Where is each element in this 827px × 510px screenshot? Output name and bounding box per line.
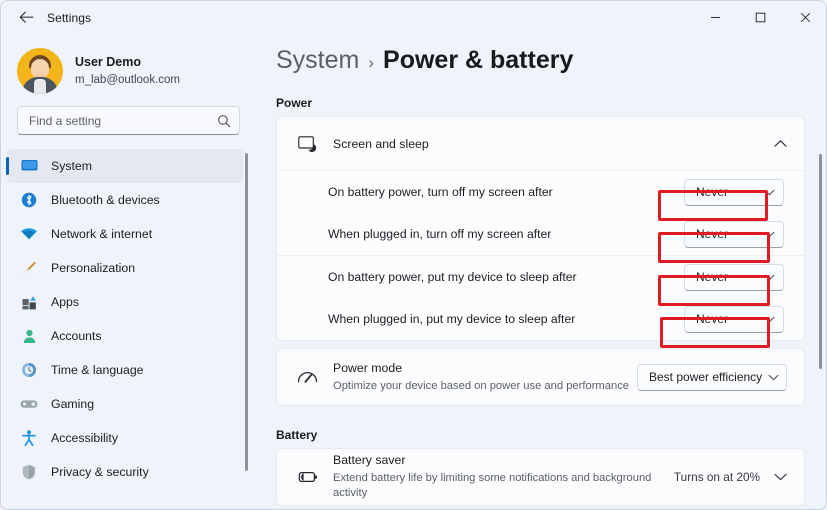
paintbrush-icon: [19, 259, 39, 277]
screen-and-sleep-title: Screen and sleep: [333, 137, 774, 151]
chevron-down-icon: [764, 274, 775, 281]
sidebar-scrollbar[interactable]: [245, 153, 248, 483]
setting-label: When plugged in, put my device to sleep …: [328, 312, 684, 326]
sidebar-item-label: Gaming: [51, 397, 94, 411]
sidebar-item-gaming[interactable]: Gaming: [7, 387, 243, 421]
sidebar-item-privacy-security[interactable]: Privacy & security: [7, 455, 243, 489]
sidebar-item-label: Apps: [51, 295, 79, 309]
screen-and-sleep-card: Screen and sleep On battery power, turn …: [276, 116, 805, 341]
chevron-down-icon: [764, 316, 775, 323]
sidebar-item-label: Accounts: [51, 329, 102, 343]
shield-icon: [19, 463, 39, 481]
content-scrollbar-thumb[interactable]: [819, 154, 822, 369]
sidebar-item-bluetooth-devices[interactable]: Bluetooth & devices: [7, 183, 243, 217]
setting-row-plugged-screen-off: When plugged in, turn off my screen afte…: [277, 213, 804, 255]
dropdown-battery-sleep[interactable]: Never: [684, 264, 784, 291]
dropdown-battery-screen-off[interactable]: Never: [684, 179, 784, 206]
setting-label: When plugged in, turn off my screen afte…: [328, 227, 684, 241]
sidebar-item-network-internet[interactable]: Network & internet: [7, 217, 243, 251]
search-box[interactable]: [17, 106, 240, 135]
back-arrow-icon: [19, 11, 34, 24]
breadcrumb-root[interactable]: System: [276, 46, 359, 75]
battery-section-heading: Battery: [276, 428, 827, 442]
sidebar-item-label: Time & language: [51, 363, 144, 377]
sidebar-item-time-language[interactable]: Time & language: [7, 353, 243, 387]
dropdown-value: Never: [696, 312, 758, 326]
close-button[interactable]: [783, 1, 827, 34]
sidebar-item-label: Accessibility: [51, 431, 118, 445]
sidebar-item-personalization[interactable]: Personalization: [7, 251, 243, 285]
back-button[interactable]: [11, 5, 41, 31]
dropdown-value: Never: [696, 227, 758, 241]
sidebar-item-apps[interactable]: Apps: [7, 285, 243, 319]
battery-saver-value: Turns on at 20%: [674, 470, 760, 484]
dropdown-plugged-screen-off[interactable]: Never: [684, 221, 784, 248]
accessibility-person-icon: [19, 429, 39, 447]
sidebar-item-label: System: [51, 159, 92, 173]
sidebar-item-label: Privacy & security: [51, 465, 149, 479]
power-mode-title: Power mode: [333, 361, 637, 377]
content-area: System › Power & battery Power Screen an…: [253, 34, 827, 510]
setting-label: On battery power, turn off my screen aft…: [328, 185, 684, 199]
power-gauge-icon: [295, 369, 319, 385]
sidebar: User Demo m_lab@outlook.com: [1, 34, 253, 510]
battery-saver-value-group[interactable]: Turns on at 20%: [674, 470, 787, 484]
dropdown-value: Best power efficiency: [649, 370, 762, 384]
power-mode-row: Power mode Optimize your device based on…: [277, 349, 804, 405]
setting-row-battery-sleep: On battery power, put my device to sleep…: [277, 256, 804, 298]
clock-globe-icon: [19, 361, 39, 379]
battery-saver-icon: [295, 470, 319, 484]
maximize-button[interactable]: [738, 1, 783, 34]
sidebar-item-accessibility[interactable]: Accessibility: [7, 421, 243, 455]
setting-row-battery-screen-off: On battery power, turn off my screen aft…: [277, 171, 804, 213]
monitor-icon: [19, 157, 39, 175]
person-icon: [19, 327, 39, 345]
page-title: Power & battery: [383, 46, 573, 75]
sidebar-item-label: Bluetooth & devices: [51, 193, 160, 207]
bluetooth-icon: [19, 191, 39, 209]
battery-saver-title: Battery saver: [333, 453, 674, 469]
screen-sleep-icon: [295, 136, 319, 152]
search-input[interactable]: [29, 114, 217, 128]
wifi-icon: [19, 225, 39, 243]
breadcrumb: System › Power & battery: [253, 34, 827, 75]
chevron-down-icon: [768, 374, 779, 381]
chevron-down-icon[interactable]: [774, 473, 787, 481]
sidebar-item-label: Network & internet: [51, 227, 152, 241]
chevron-down-icon: [764, 189, 775, 196]
profile-block[interactable]: User Demo m_lab@outlook.com: [1, 34, 253, 96]
screen-and-sleep-header[interactable]: Screen and sleep: [277, 117, 804, 170]
setting-row-plugged-sleep: When plugged in, put my device to sleep …: [277, 298, 804, 340]
dropdown-value: Never: [696, 185, 758, 199]
app-title: Settings: [47, 11, 91, 25]
profile-email: m_lab@outlook.com: [75, 73, 180, 87]
minimize-button[interactable]: [693, 1, 738, 34]
battery-saver-subtitle: Extend battery life by limiting some not…: [333, 471, 674, 500]
dropdown-value: Never: [696, 270, 758, 284]
search-icon: [217, 114, 231, 128]
sidebar-item-label: Personalization: [51, 261, 135, 275]
power-section-heading: Power: [276, 96, 827, 110]
dropdown-plugged-sleep[interactable]: Never: [684, 306, 784, 333]
sidebar-nav: System Bluetooth & devices: [1, 149, 253, 510]
sidebar-item-accounts[interactable]: Accounts: [7, 319, 243, 353]
gamepad-icon: [19, 395, 39, 413]
battery-saver-card: Battery saver Extend battery life by lim…: [276, 448, 805, 506]
window-controls: [693, 1, 827, 34]
title-bar: Settings: [1, 1, 827, 34]
sidebar-scrollbar-thumb[interactable]: [245, 153, 248, 471]
apps-grid-icon: [19, 293, 39, 311]
sidebar-item-system[interactable]: System: [7, 149, 243, 183]
setting-label: On battery power, put my device to sleep…: [328, 270, 684, 284]
profile-name: User Demo: [75, 55, 180, 71]
dropdown-power-mode[interactable]: Best power efficiency: [637, 364, 787, 391]
settings-window: Settings User Demo m_la: [0, 0, 827, 510]
battery-saver-row[interactable]: Battery saver Extend battery life by lim…: [277, 449, 804, 505]
chevron-down-icon: [764, 231, 775, 238]
chevron-up-icon[interactable]: [774, 139, 787, 148]
power-mode-subtitle: Optimize your device based on power use …: [333, 379, 637, 394]
power-mode-card: Power mode Optimize your device based on…: [276, 348, 805, 406]
breadcrumb-separator-icon: ›: [368, 53, 374, 73]
avatar: [17, 48, 63, 94]
